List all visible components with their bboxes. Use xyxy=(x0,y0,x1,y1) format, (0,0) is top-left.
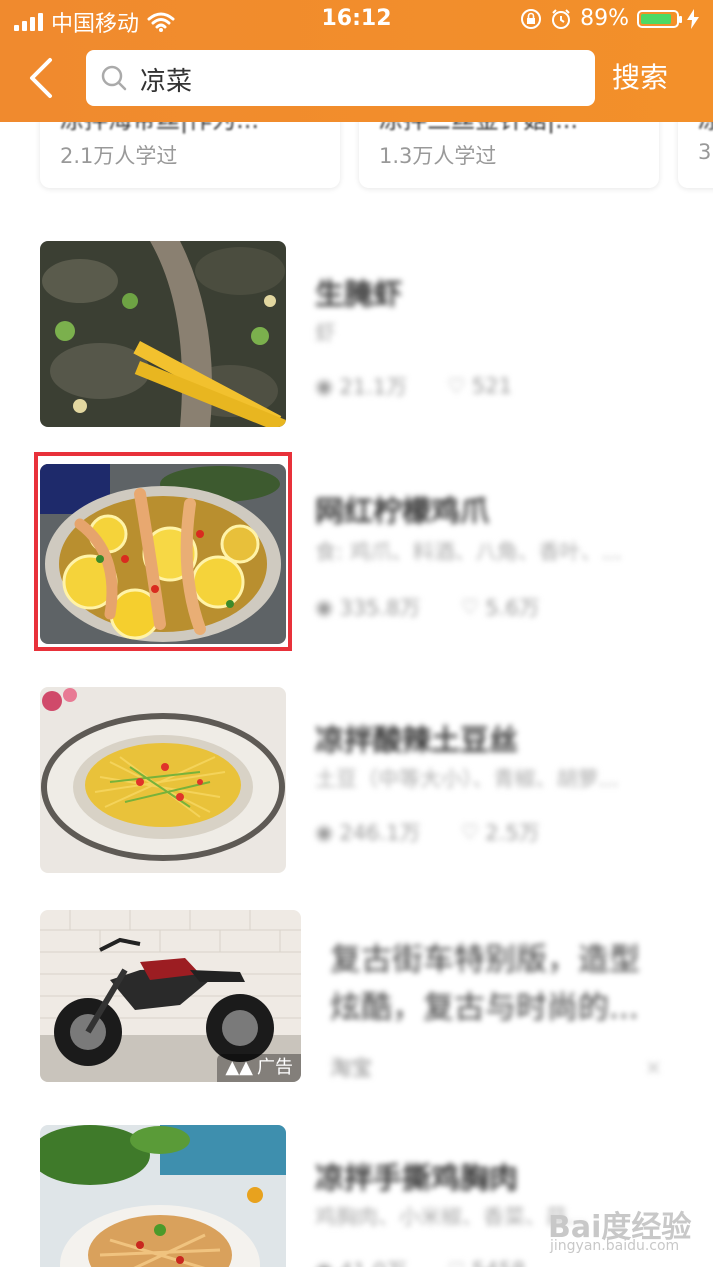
recipe-thumbnail[interactable] xyxy=(40,241,286,427)
recipe-item[interactable]: 网红柠檬鸡爪 食: 鸡爪、料酒、八角、香叶、... ◉ 335.8万 ♡ 5.6万 xyxy=(40,464,680,644)
alarm-icon xyxy=(552,8,571,29)
recipe-ingredients: 虾 xyxy=(315,321,336,345)
heart-icon: ♡ xyxy=(447,374,466,398)
recipe-title: 凉拌手撕鸡胸肉 xyxy=(315,1161,519,1195)
heart-icon: ♡ xyxy=(460,595,480,619)
recipe-stats: ◉ 21.1万 ♡ 521 xyxy=(315,371,512,401)
search-results[interactable]: 凉拌海带丝|作为... 2.1万人学过 凉拌三丝金针菇|... 1.3万人学过 … xyxy=(0,122,713,1267)
ad-badge: ▲▲ 广告 xyxy=(217,1054,301,1082)
baidu-jingyan-watermark: Bai度经验 jingyan.baidu.com xyxy=(548,1190,698,1260)
recipe-views: 21.1万 xyxy=(339,375,408,399)
search-button[interactable]: 搜索 xyxy=(612,56,668,100)
ad-logo-icon: ▲▲ xyxy=(225,1057,253,1078)
recipe-views: 335.8万 xyxy=(339,596,421,620)
back-arrow-icon[interactable] xyxy=(22,56,62,100)
ad-item[interactable]: ▲▲ 广告 复古街车特别版，造型炫酷，复古与时尚的... 淘宝 × xyxy=(40,910,680,1082)
recommend-card-title: 凉 xyxy=(698,122,713,135)
search-box[interactable] xyxy=(86,50,595,106)
battery-percent: 89% xyxy=(580,6,629,31)
recipe-thumbnail[interactable] xyxy=(40,464,286,644)
recipe-stats: ◉ 246.1万 ♡ 2.5万 xyxy=(315,817,540,847)
battery-icon xyxy=(637,9,682,28)
ad-source: 淘宝 xyxy=(330,1056,372,1080)
ad-close-button[interactable]: × xyxy=(645,1055,662,1079)
recipe-views: 41.0万 xyxy=(339,1255,407,1267)
ad-badge-label: 广告 xyxy=(257,1057,293,1078)
recipe-ingredients: 鸡胸肉、小米椒、香菜、蒜... xyxy=(315,1205,588,1229)
ad-title: 复古街车特别版，造型炫酷，复古与时尚的... xyxy=(330,942,640,1026)
header-bar: 中国移动 16:12 89% 凉菜 搜索 xyxy=(0,0,713,122)
recipe-thumbnail[interactable] xyxy=(40,1125,286,1267)
recipe-ingredients: 食: 鸡爪、料酒、八角、香叶、... xyxy=(315,540,622,564)
search-input[interactable] xyxy=(138,60,582,98)
eye-icon: ◉ xyxy=(315,374,334,398)
recommend-card-title: 凉拌海带丝|作为... xyxy=(60,122,259,135)
recipe-title: 生腌虾 xyxy=(315,277,403,311)
recipe-item[interactable]: 生腌虾 虾 ◉ 21.1万 ♡ 521 xyxy=(40,241,680,427)
recommend-carousel[interactable]: 凉拌海带丝|作为... 2.1万人学过 凉拌三丝金针菇|... 1.3万人学过 … xyxy=(0,122,713,192)
recipe-stats: ◉ 335.8万 ♡ 5.6万 xyxy=(315,592,540,622)
recommend-card-learners: 2.1万人学过 xyxy=(60,144,178,168)
ad-thumbnail[interactable]: ▲▲ 广告 xyxy=(40,910,301,1082)
eye-icon: ◉ xyxy=(315,595,334,619)
recipe-title: 凉拌酸辣土豆丝 xyxy=(315,723,519,757)
recommend-card[interactable]: 凉 3 xyxy=(678,122,713,188)
watermark-url: jingyan.baidu.com xyxy=(550,1238,680,1254)
recommend-card[interactable]: 凉拌三丝金针菇|... 1.3万人学过 xyxy=(359,122,659,188)
recommend-card[interactable]: 凉拌海带丝|作为... 2.1万人学过 xyxy=(40,122,340,188)
charging-icon xyxy=(687,8,699,29)
recipe-item[interactable]: 凉拌酸辣土豆丝 土豆（中等大小）、青椒、胡萝... ◉ 246.1万 ♡ 2.5万 xyxy=(40,687,680,873)
recipe-stats: ◉ 41.0万 ♡ 5458 xyxy=(315,1255,525,1267)
rotation-lock-icon xyxy=(521,8,542,29)
recipe-likes: 521 xyxy=(471,374,513,398)
eye-icon: ◉ xyxy=(315,820,334,844)
search-icon xyxy=(101,65,127,91)
status-bar: 中国移动 16:12 89% xyxy=(0,0,713,40)
heart-icon: ♡ xyxy=(460,820,480,844)
recipe-likes: 2.5万 xyxy=(485,821,540,845)
recipe-likes: 5458 xyxy=(472,1258,525,1267)
recipe-likes: 5.6万 xyxy=(485,596,540,620)
heart-icon: ♡ xyxy=(447,1258,466,1267)
recommend-card-learners: 1.3万人学过 xyxy=(379,144,497,168)
eye-icon: ◉ xyxy=(315,1258,333,1267)
recipe-thumbnail[interactable] xyxy=(40,687,286,873)
recipe-views: 246.1万 xyxy=(339,821,421,845)
recipe-title: 网红柠檬鸡爪 xyxy=(315,494,490,528)
recommend-card-title: 凉拌三丝金针菇|... xyxy=(379,122,578,135)
recipe-ingredients: 土豆（中等大小）、青椒、胡萝... xyxy=(315,767,619,791)
recommend-card-learners: 3 xyxy=(698,140,712,164)
